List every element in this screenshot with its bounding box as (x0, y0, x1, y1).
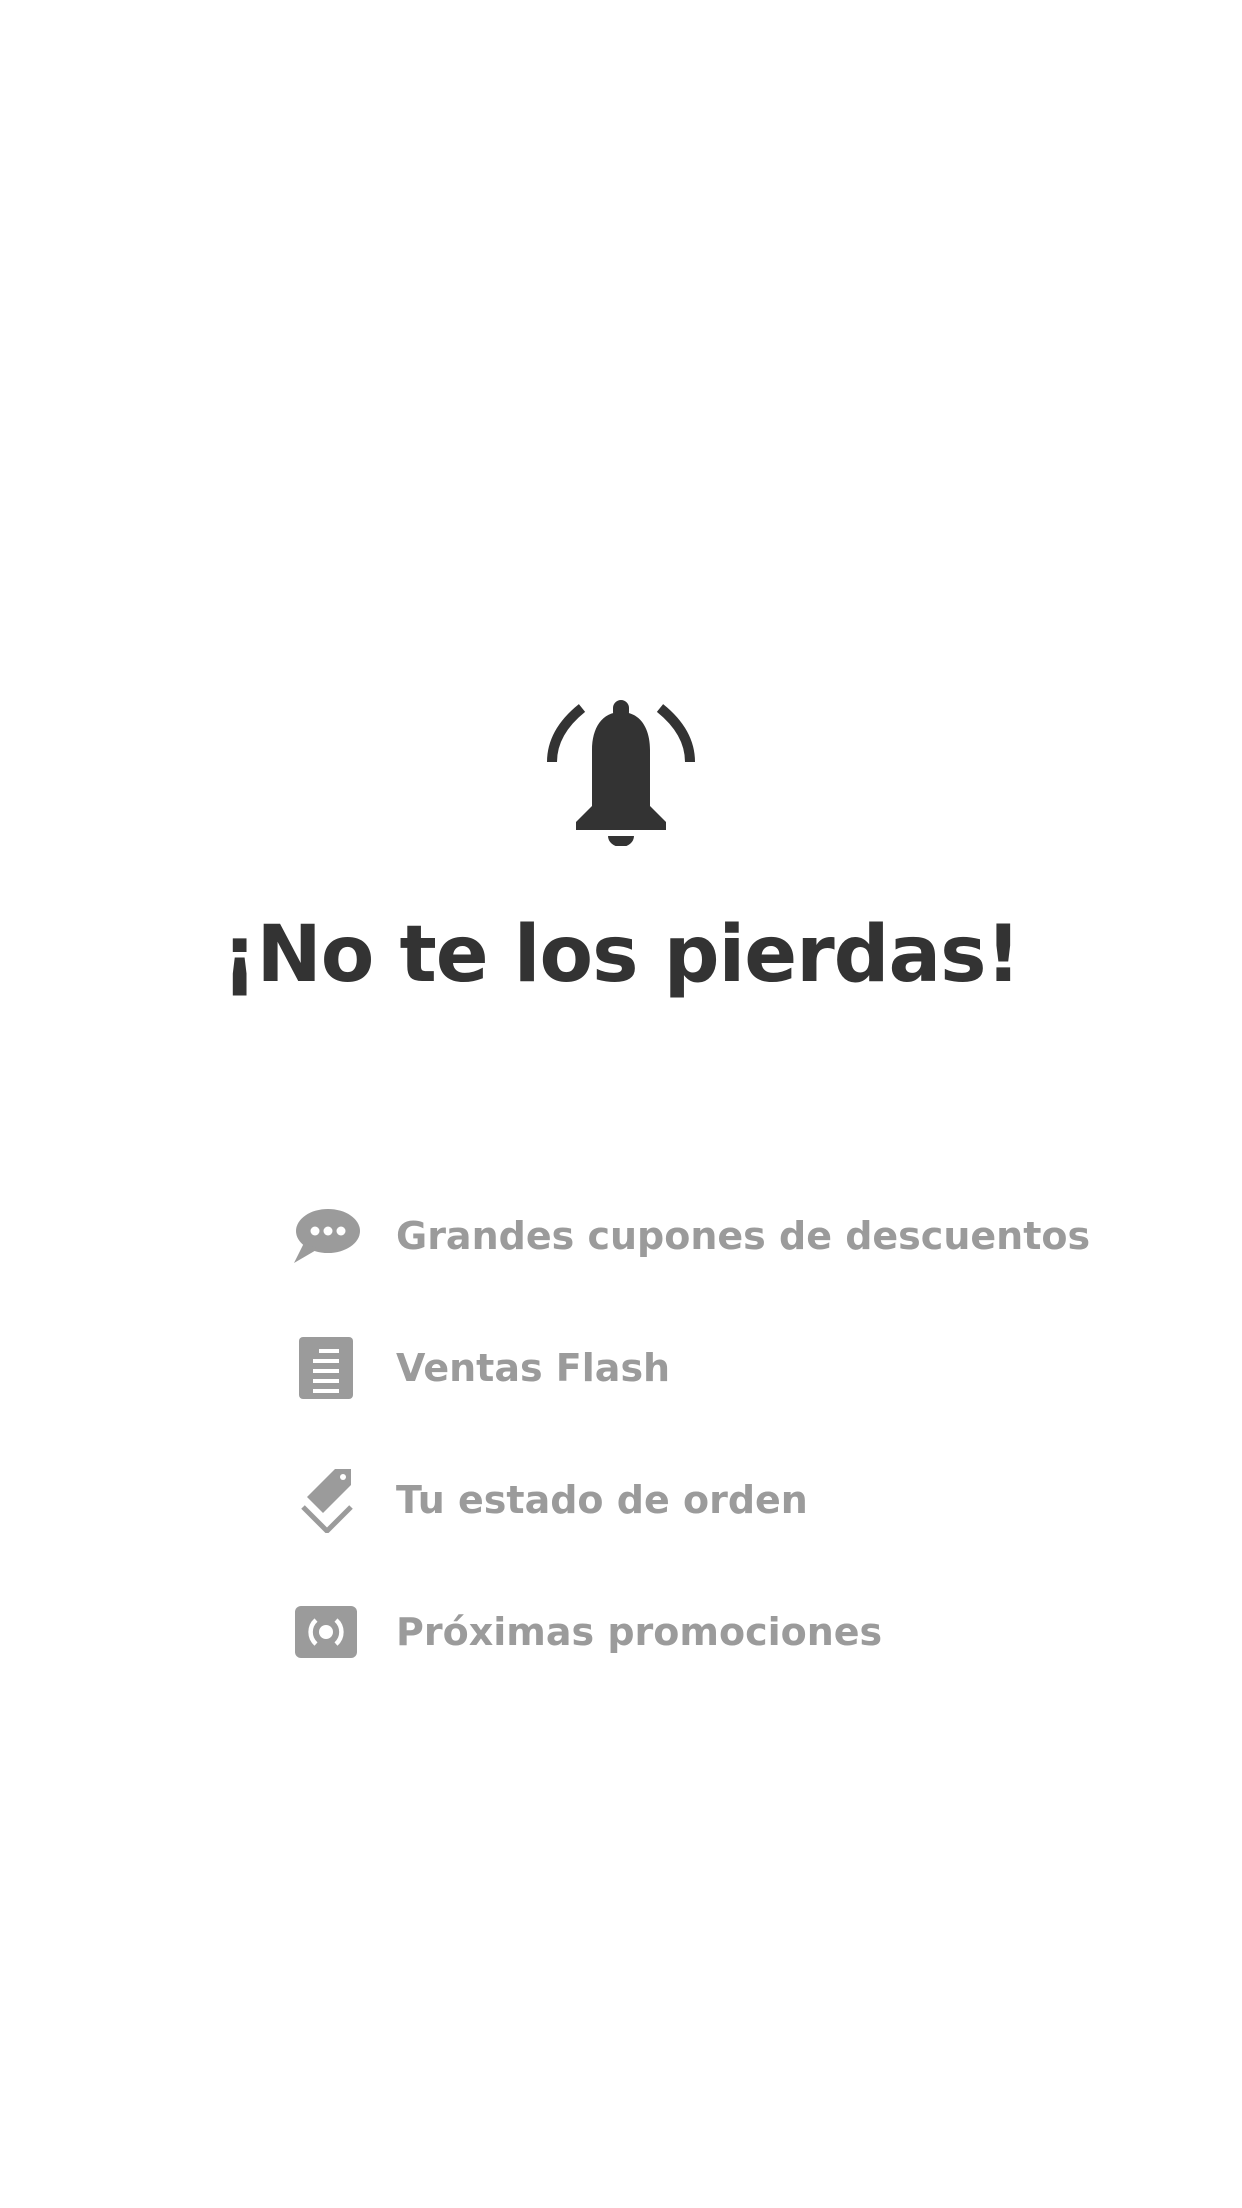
bell-ringing-icon (546, 698, 696, 846)
document-icon (290, 1332, 362, 1404)
feature-item-upcoming-promos: Próximas promociones (290, 1566, 1190, 1698)
page-title: ¡No te los pierdas! (221, 910, 1021, 1000)
feature-label: Grandes cupones de descuentos (396, 1214, 1091, 1258)
feature-item-flash-sales: Ventas Flash (290, 1302, 1190, 1434)
tags-icon (290, 1464, 362, 1536)
feature-list: Grandes cupones de descuentos Ventas Fla… (290, 1170, 1190, 1698)
feature-label: Ventas Flash (396, 1346, 671, 1390)
feature-item-order-status: Tu estado de orden (290, 1434, 1190, 1566)
broadcast-icon (290, 1596, 362, 1668)
feature-item-coupons: Grandes cupones de descuentos (290, 1170, 1190, 1302)
feature-label: Tu estado de orden (396, 1478, 808, 1522)
chat-bubble-icon (290, 1200, 362, 1272)
feature-label: Próximas promociones (396, 1610, 883, 1654)
